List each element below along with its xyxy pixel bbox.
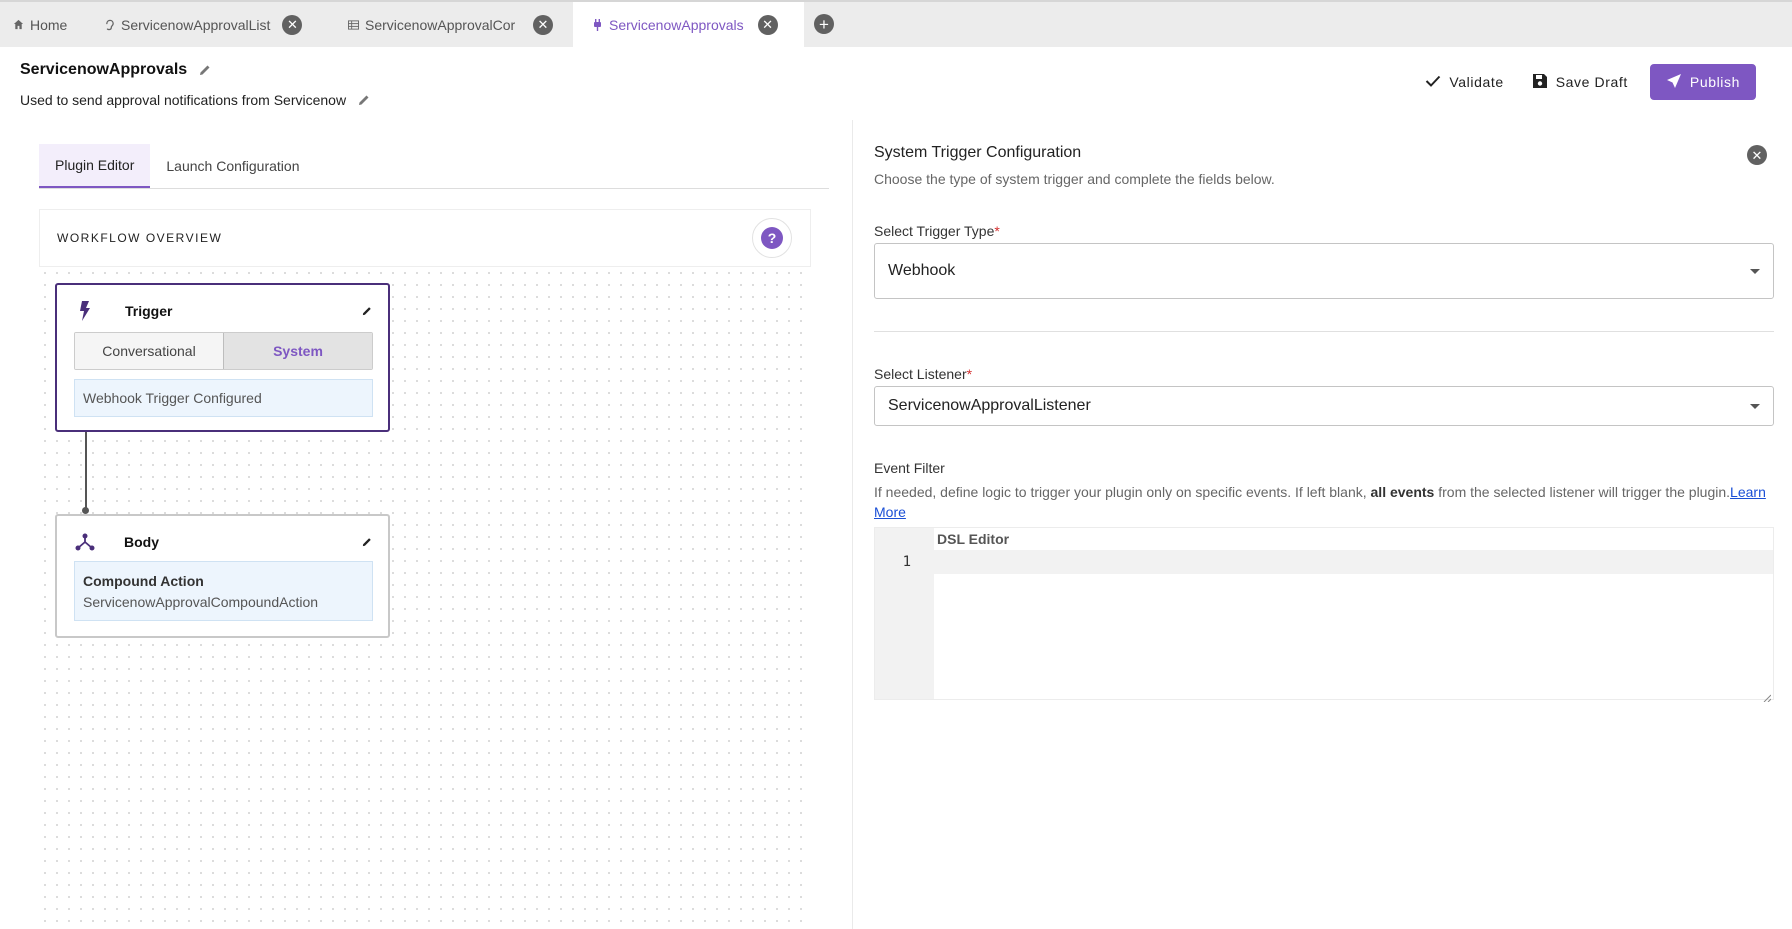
trigger-type-select[interactable]: Webhook <box>874 243 1774 299</box>
tab-servicenow-approval-compound[interactable]: ServicenowApprovalCor ✕ <box>347 2 553 47</box>
tab-label: ServicenowApprovalCor <box>365 16 516 33</box>
header-actions: Validate Save Draft Publish <box>1419 64 1756 100</box>
workflow-overview-header: WORKFLOW OVERVIEW ? <box>39 209 811 267</box>
tab-label: Home <box>30 16 68 33</box>
send-icon <box>1666 73 1682 92</box>
listener-select[interactable]: ServicenowApprovalListener <box>874 386 1774 426</box>
close-icon[interactable]: ✕ <box>533 14 553 35</box>
tab-launch-configuration[interactable]: Launch Configuration <box>150 144 315 188</box>
chevron-down-icon <box>1750 403 1760 409</box>
edit-body-icon[interactable] <box>362 537 372 547</box>
body-title: Body <box>124 534 159 550</box>
workflow-overview-title: WORKFLOW OVERVIEW <box>57 231 223 245</box>
ear-icon <box>103 19 115 31</box>
tab-bar: Home ServicenowApprovalList ✕ Servicenow… <box>0 0 1792 47</box>
save-draft-button[interactable]: Save Draft <box>1526 67 1634 98</box>
edit-title-icon[interactable] <box>199 64 211 76</box>
resize-handle-icon[interactable] <box>1763 689 1772 703</box>
trigger-config-subtitle: Choose the type of system trigger and co… <box>874 171 1275 187</box>
publish-button[interactable]: Publish <box>1649 64 1756 100</box>
validate-button[interactable]: Validate <box>1419 68 1509 96</box>
help-icon: ? <box>761 227 783 249</box>
action-type: Compound Action <box>83 573 204 589</box>
compound-action-info: Compound Action ServicenowApprovalCompou… <box>74 561 373 621</box>
panel-divider <box>852 120 853 929</box>
conversational-option[interactable]: Conversational <box>75 333 223 369</box>
check-icon <box>1425 74 1441 90</box>
page-title: ServicenowApprovals <box>20 61 211 79</box>
lightning-icon <box>75 301 95 321</box>
system-option[interactable]: System <box>223 333 372 369</box>
close-icon[interactable]: ✕ <box>757 14 778 35</box>
trigger-type-label: Select Trigger Type* <box>874 223 1000 239</box>
event-filter-label: Event Filter <box>874 460 945 476</box>
plugin-description: Used to send approval notifications from… <box>20 92 347 108</box>
plugin-name: ServicenowApprovals <box>20 61 188 78</box>
help-button[interactable]: ? <box>752 218 792 258</box>
listener-value: ServicenowApprovalListener <box>888 397 1091 414</box>
editor-tabs: Plugin Editor Launch Configuration <box>39 144 829 189</box>
trigger-type-value: Webhook <box>888 262 956 279</box>
section-divider <box>874 331 1774 332</box>
action-name: ServicenowApprovalCompoundAction <box>83 594 319 610</box>
tab-servicenow-approvals[interactable]: ServicenowApprovals ✕ <box>573 2 804 47</box>
tab-label: ServicenowApprovalList <box>121 16 271 33</box>
tab-home[interactable]: Home <box>12 2 67 47</box>
edit-trigger-icon[interactable] <box>362 306 372 316</box>
trigger-card[interactable]: Trigger Conversational System Webhook Tr… <box>55 283 390 432</box>
workflow-connector <box>85 432 87 510</box>
tab-servicenow-approval-list[interactable]: ServicenowApprovalList ✕ <box>103 2 303 47</box>
plug-icon <box>591 18 603 31</box>
active-line[interactable] <box>934 550 1773 574</box>
line-number: 1 <box>902 554 911 570</box>
trigger-title: Trigger <box>125 303 173 319</box>
save-icon <box>1532 73 1548 92</box>
tab-plugin-editor[interactable]: Plugin Editor <box>39 144 151 188</box>
page-description: Used to send approval notifications from… <box>20 92 370 108</box>
add-tab-icon[interactable]: + <box>814 14 834 34</box>
listener-label: Select Listener* <box>874 366 973 382</box>
body-card[interactable]: Body Compound Action ServicenowApprovalC… <box>55 514 390 638</box>
dsl-editor[interactable]: 1 DSL Editor <box>874 527 1774 703</box>
dsl-editor-label: DSL Editor <box>937 531 1010 547</box>
close-icon[interactable]: ✕ <box>1747 145 1767 165</box>
event-filter-description: If needed, define logic to trigger your … <box>874 484 1766 520</box>
table-icon <box>347 19 359 31</box>
close-icon[interactable]: ✕ <box>282 14 303 35</box>
chevron-down-icon <box>1750 268 1760 274</box>
home-icon <box>12 19 24 31</box>
edit-description-icon[interactable] <box>358 94 370 106</box>
branch-icon <box>75 533 95 551</box>
trigger-status: Webhook Trigger Configured <box>74 379 373 417</box>
connector-dot <box>82 507 89 514</box>
tab-label: ServicenowApprovals <box>609 16 744 33</box>
trigger-mode-toggle: Conversational System <box>74 332 373 370</box>
trigger-config-title: System Trigger Configuration <box>874 144 1082 161</box>
